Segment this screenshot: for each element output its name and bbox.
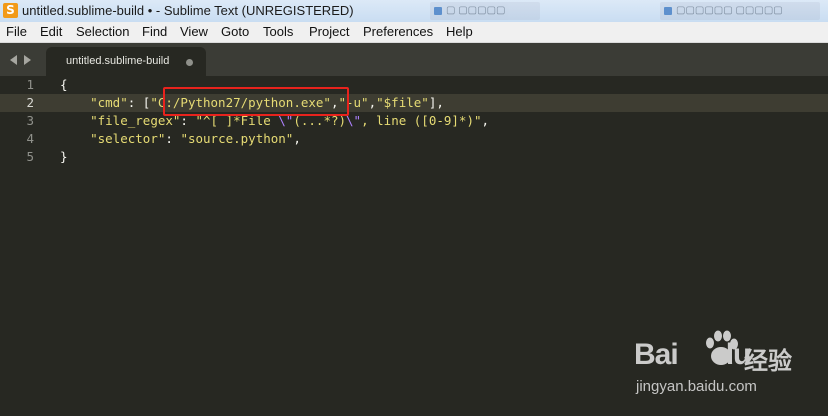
menu-goto[interactable]: Goto [221,24,249,39]
tab-scroll-left-icon[interactable] [10,55,17,65]
line-gutter: 1 2 3 4 5 [0,76,46,416]
menu-bar: File Edit Selection Find View Goto Tools… [0,22,828,43]
menu-help[interactable]: Help [446,24,473,39]
tab-label: untitled.sublime-build [66,55,170,67]
line-number: 2 [26,95,34,110]
unsaved-dot-icon[interactable] [186,59,193,66]
background-taskbar-window: ▢ ▢▢▢▢▢ [430,2,540,20]
menu-tools[interactable]: Tools [263,24,293,39]
line-number: 4 [26,131,34,146]
line-number: 3 [26,113,34,128]
sublime-text-icon: S [3,3,18,18]
title-bar: S untitled.sublime-build • - Sublime Tex… [0,0,828,23]
background-taskbar-window: ▢▢▢▢▢▢ ▢▢▢▢▢ [660,2,820,20]
menu-project[interactable]: Project [309,24,349,39]
watermark-url: jingyan.baidu.com [636,378,757,395]
line-number: 1 [26,77,34,92]
menu-selection[interactable]: Selection [76,24,129,39]
annotation-highlight-box [163,87,349,116]
window-title: untitled.sublime-build • - Sublime Text … [22,3,354,18]
menu-preferences[interactable]: Preferences [363,24,433,39]
menu-view[interactable]: View [180,24,208,39]
menu-edit[interactable]: Edit [40,24,62,39]
paw-icon [706,330,738,365]
tab-bar: untitled.sublime-build [0,43,828,76]
watermark-cn: 经验 [744,347,792,375]
menu-find[interactable]: Find [142,24,167,39]
line-number: 5 [26,149,34,164]
code-line: } [60,149,68,164]
tab-untitled-sublime-build[interactable]: untitled.sublime-build [46,47,206,76]
code-line: { [60,77,68,92]
tab-scroll-right-icon[interactable] [24,55,31,65]
code-line: "selector": "source.python", [90,131,301,146]
baidu-jingyan-watermark: BaiXXdu 经验 jingyan.baidu.com [634,326,794,406]
menu-file[interactable]: File [6,24,27,39]
